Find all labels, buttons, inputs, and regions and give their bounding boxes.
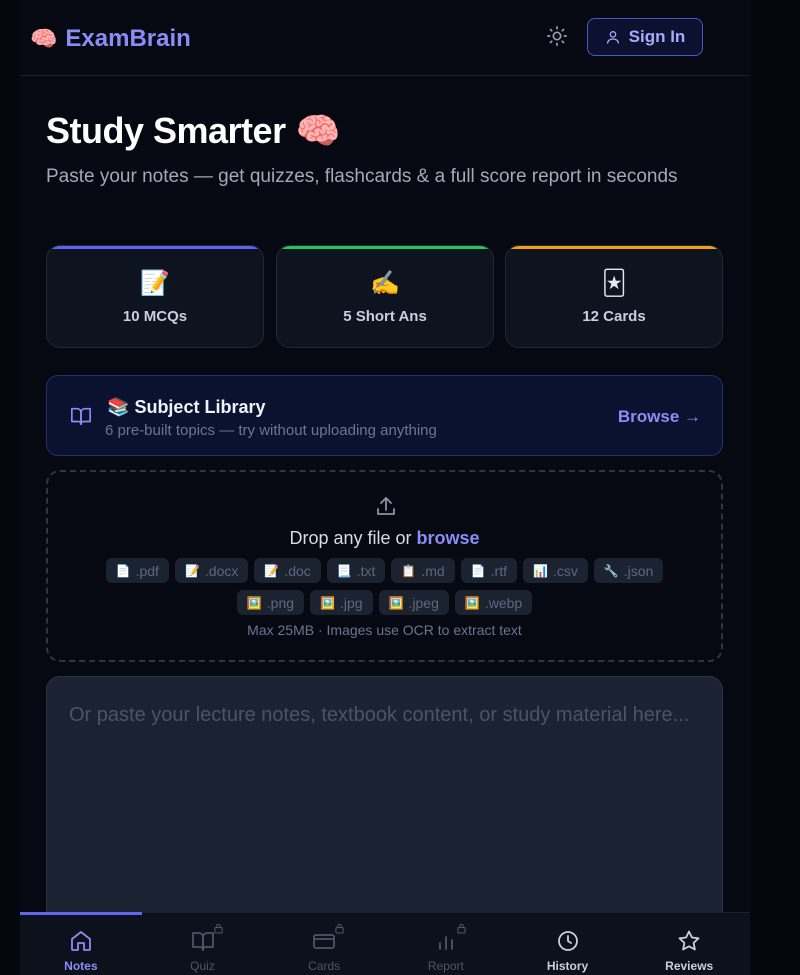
- clock-icon: [556, 929, 580, 953]
- stat-card-mcqs: 📝 10 MCQs: [46, 245, 264, 348]
- file-type-label: .json: [623, 562, 654, 579]
- image-type-chips-row: 🖼️ .png 🖼️ .jpg 🖼️ .jpeg 🖼️ .webp: [48, 590, 721, 615]
- file-type-chip: 📃 .txt: [326, 558, 386, 583]
- home-icon: [69, 929, 93, 953]
- bar-chart-icon: [434, 923, 466, 953]
- sign-in-label: Sign In: [628, 27, 686, 46]
- upload-limit-note: Max 25MB · Images use OCR to extract tex…: [247, 622, 522, 638]
- file-type-chip: 📋 .md: [391, 558, 455, 583]
- file-icon: 📃: [336, 563, 352, 578]
- nav-item-quiz[interactable]: Quiz: [142, 913, 264, 975]
- books-icon: 📚: [107, 397, 130, 417]
- file-type-chip: 📝 .docx: [174, 558, 249, 583]
- browse-files-link[interactable]: browse: [417, 528, 480, 548]
- star-icon: [677, 929, 701, 953]
- nav-label: Notes: [64, 959, 98, 973]
- file-type-label: .doc: [284, 562, 311, 579]
- file-type-label: .docx: [204, 562, 239, 579]
- brand-name: ExamBrain: [65, 25, 191, 52]
- file-type-label: .jpeg: [408, 594, 439, 611]
- file-type-label: .rtf: [490, 562, 507, 579]
- file-icon: 📋: [401, 563, 417, 578]
- file-type-chip: 📄 .pdf: [105, 558, 169, 583]
- lock-icon: [335, 923, 344, 934]
- card-icon: [312, 923, 344, 953]
- file-drop-zone[interactable]: Drop any file or browse 📄 .pdf 📝 .docx 📝 .doc…: [46, 470, 723, 662]
- page-title-text: Study Smarter: [46, 110, 286, 151]
- browse-library-link[interactable]: Browse →: [618, 407, 701, 427]
- writing-hand-icon: ✍️: [370, 269, 400, 297]
- lock-icon: [213, 923, 223, 934]
- user-icon: [606, 31, 619, 44]
- file-type-label: .webp: [484, 594, 523, 611]
- file-icon: 🔧: [603, 563, 619, 578]
- stat-label: 10 MCQs: [122, 307, 188, 325]
- page-subtitle: Paste your notes — get quizzes, flashcar…: [46, 166, 678, 187]
- brain-icon: 🧠: [295, 110, 341, 151]
- upload-icon: [377, 497, 395, 515]
- file-icon: 📊: [533, 563, 548, 578]
- drop-instructions: Drop any file or browse: [48, 528, 721, 549]
- file-type-chip: 📝 .doc: [254, 558, 321, 583]
- file-type-label: .pdf: [135, 562, 159, 579]
- library-title-text: Subject Library: [134, 397, 266, 417]
- stat-label: 5 Short Ans: [343, 307, 427, 325]
- stat-card-short-answers: ✍️ 5 Short Ans: [276, 245, 494, 348]
- nav-item-notes[interactable]: Notes: [20, 912, 142, 975]
- file-type-chip: 🖼️ .webp: [454, 590, 533, 615]
- page-title: Study Smarter 🧠: [46, 110, 340, 152]
- file-type-label: .txt: [356, 562, 376, 579]
- library-description: 6 pre-built topics — try without uploadi…: [105, 422, 437, 439]
- nav-item-report[interactable]: Report: [385, 913, 507, 975]
- drop-text: Drop any file or: [289, 528, 417, 548]
- subject-library-card[interactable]: 📚 Subject Library 6 pre-built topics — t…: [46, 375, 723, 456]
- brand-logo[interactable]: 🧠 ExamBrain: [30, 24, 191, 54]
- file-type-chips-row: 📄 .pdf 📝 .docx 📝 .doc 📃 .txt 📋 .md 📄 .rtf 📊 .csv 🔧 .jso…: [48, 558, 721, 583]
- library-title: 📚 Subject Library: [107, 397, 265, 418]
- sun-icon: [547, 26, 567, 46]
- file-type-chip: 📄 .rtf: [460, 558, 517, 583]
- file-type-chip: 🔧 .json: [593, 558, 664, 583]
- file-icon: 📄: [115, 563, 131, 578]
- file-type-chip: 📊 .csv: [523, 558, 588, 583]
- nav-item-history[interactable]: History: [507, 913, 629, 975]
- nav-label: History: [546, 959, 589, 973]
- brain-icon: 🧠: [30, 26, 58, 51]
- file-type-chip: 🖼️ .jpeg: [378, 590, 449, 615]
- stat-card-flashcards: 🃏 12 Cards: [505, 245, 723, 348]
- nav-item-cards[interactable]: Cards: [263, 913, 385, 975]
- file-type-label: .csv: [552, 562, 578, 579]
- bottom-nav: Notes Quiz Cards Report History Reviews: [20, 912, 750, 975]
- nav-label: Cards: [308, 959, 341, 973]
- file-icon: 🖼️: [246, 595, 262, 610]
- file-type-label: .png: [266, 594, 295, 611]
- sign-in-button[interactable]: Sign In: [587, 18, 703, 56]
- lock-icon: [457, 923, 466, 934]
- nav-item-reviews[interactable]: Reviews: [628, 913, 750, 975]
- theme-toggle-button[interactable]: [545, 24, 569, 48]
- book-icon: [191, 923, 223, 953]
- open-book-icon: [71, 407, 91, 426]
- stat-label: 12 Cards: [582, 307, 646, 325]
- nav-label: Quiz: [190, 959, 215, 973]
- nav-label: Reviews: [665, 959, 714, 973]
- file-type-label: .jpg: [339, 594, 363, 611]
- file-icon: 🖼️: [388, 595, 404, 610]
- nav-label: Report: [427, 959, 464, 973]
- file-icon: 🖼️: [320, 595, 335, 610]
- joker-card-icon: 🃏: [601, 269, 627, 297]
- file-type-chip: 🖼️ .jpg: [310, 590, 373, 615]
- file-icon: 🖼️: [464, 595, 480, 610]
- file-icon: 📄: [470, 563, 486, 578]
- file-icon: 📝: [184, 563, 200, 578]
- file-type-chip: 🖼️ .png: [236, 590, 305, 615]
- file-icon: 📝: [264, 563, 280, 578]
- file-type-label: .md: [421, 562, 445, 579]
- memo-icon: 📝: [140, 269, 170, 297]
